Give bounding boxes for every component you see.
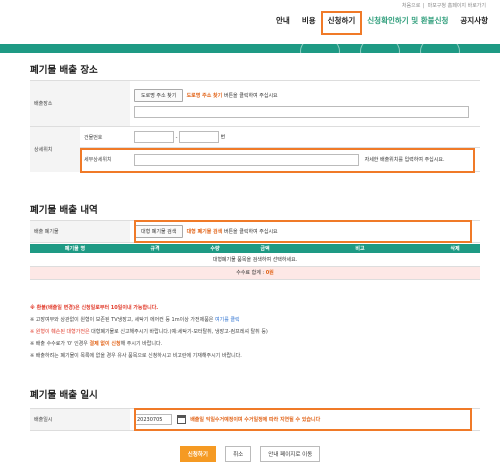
fee-total-row: 수수료 합계 : 0원 <box>30 266 480 280</box>
date-section-title: 폐기물 배출 일시 <box>30 390 98 401</box>
col-spec: 규격 <box>120 244 190 253</box>
home-link[interactable]: 처음으로 <box>402 3 420 9</box>
top-links: 처음으로 | 마포구청 홈페이지 바로가기 <box>401 3 486 9</box>
notice-refund: ※ 환불(배출일 변경)은 신청일로부터 10일이내 가능합니다. <box>30 305 159 311</box>
building-suffix: 번 <box>220 134 226 141</box>
wave-decoration <box>300 44 340 53</box>
building-number-input-1[interactable] <box>134 131 174 143</box>
notice-list: ※ 환불(배출일 변경)은 신청일로부터 10일이내 가능합니다. ※ 고장여부… <box>30 302 268 362</box>
nav-notice[interactable]: 공지사항 <box>454 16 494 30</box>
nav-apply[interactable]: 신청하기 <box>320 11 363 35</box>
date-label: 배출일시 <box>30 408 130 431</box>
col-delete: 삭제 <box>430 244 480 253</box>
nav-check-refund[interactable]: 신청확인하기 및 환불신청 <box>361 16 454 30</box>
address-input[interactable] <box>134 106 469 118</box>
fee-total-value: 0원 <box>265 270 274 276</box>
wave-decoration <box>420 44 460 53</box>
notice-zero-fee: ※ 배출 수수료가 '0' 인경우 결제 없이 신청해 주시기 바랍니다. <box>30 341 163 347</box>
notice-similar-item: ※ 배출하려는 폐기물이 목록에 없을 경우 유사 품목으로 신청하시고 비고란… <box>30 353 242 359</box>
fee-total-label: 수수료 합계 : <box>236 270 265 276</box>
nav-cost[interactable]: 비용 <box>296 16 322 30</box>
road-hint-bold: 도로명 주소 찾기 <box>186 93 223 99</box>
road-hint: 버튼을 클릭하여 주십시요 <box>223 93 278 99</box>
wave-decoration <box>360 44 400 53</box>
nav-guide[interactable]: 안내 <box>270 16 296 30</box>
col-note: 비고 <box>290 244 430 253</box>
mapo-homepage-link[interactable]: 마포구청 홈페이지 바로가기 <box>428 3 486 9</box>
main-nav: 안내 비용 신청하기 신청확인하기 및 환불신청 공지사항 <box>270 11 494 35</box>
empty-row: 대형폐기물 품목을 검색하여 선택하세요. <box>30 253 480 267</box>
items-label: 배출 폐기물 <box>30 220 130 243</box>
col-name: 폐기물 명 <box>30 244 120 253</box>
detail-location-highlight <box>80 148 475 173</box>
location-section-title: 폐기물 배출 장소 <box>30 65 98 76</box>
submit-button[interactable]: 신청하기 <box>179 446 216 462</box>
cancel-button[interactable]: 취소 <box>225 446 252 462</box>
road-address-button[interactable]: 도로명 주소 찾기 <box>134 89 184 102</box>
building-number-label: 건물번호 <box>80 126 130 148</box>
notice-damaged: ※ 원형이 훼손된 대형가전은 대형폐기물로 신고해주시기 바랍니다.(예:세탁… <box>30 329 268 335</box>
col-price: 금액 <box>240 244 290 253</box>
header-band <box>0 44 500 53</box>
detail-location-label: 상세위치 <box>30 126 80 172</box>
guide-page-button[interactable]: 안내 페이지로 이동 <box>260 446 321 462</box>
search-highlight <box>134 220 472 243</box>
building-number-input-2[interactable] <box>179 131 219 143</box>
items-section-title: 폐기물 배출 내역 <box>30 205 98 216</box>
date-highlight <box>134 408 472 431</box>
place-label: 배출장소 <box>30 80 130 127</box>
items-table: 폐기물 명 규격 수량 금액 비고 삭제 대형폐기물 품목을 검색하여 선택하세… <box>30 244 480 280</box>
action-buttons: 신청하기 취소 안내 페이지로 이동 <box>0 441 500 462</box>
col-qty: 수량 <box>190 244 240 253</box>
click-here-link[interactable]: 여기를 클릭 <box>215 317 240 323</box>
notice-appliances: ※ 고장여부와 상관없이 원형이 보존된 TV냉장고, 세탁기 에어컨 등 1m… <box>30 317 240 323</box>
